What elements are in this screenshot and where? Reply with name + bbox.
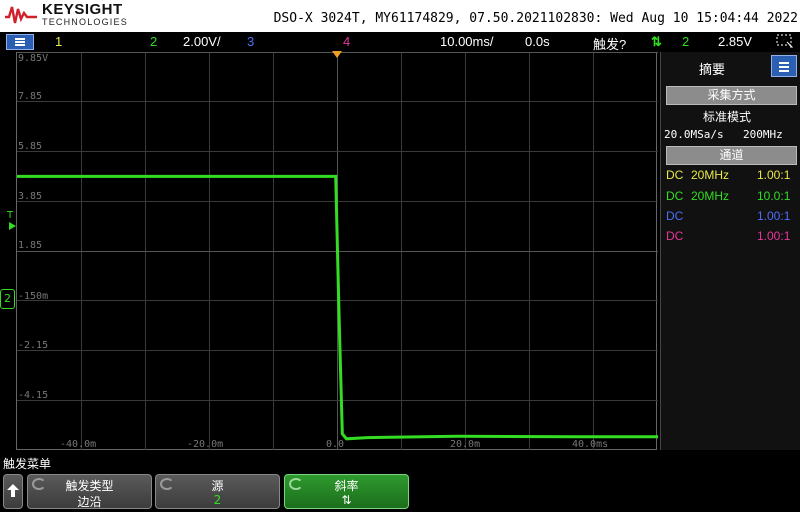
trigger-level-marker[interactable]: T bbox=[7, 210, 13, 221]
status-bar: 1 2 2.00V/ 3 4 10.00ms/ 0.0s 触发? ⇅ 2 2.8… bbox=[0, 32, 800, 52]
source-softkey[interactable]: 源 2 bbox=[155, 474, 280, 509]
channel-2-bw: 20MHz bbox=[691, 189, 730, 203]
y-axis-label: 5.85 bbox=[18, 141, 43, 152]
y-axis-label: -4.15 bbox=[18, 390, 49, 401]
slope-value: ⇅ bbox=[341, 493, 352, 507]
y-axis-label: 9.85V bbox=[18, 53, 49, 64]
channel-3-probe: 1.00:1 bbox=[757, 209, 791, 223]
y-axis-label: -150m bbox=[18, 291, 49, 302]
keysight-logo-icon bbox=[5, 6, 37, 24]
channel-2-line bbox=[17, 174, 658, 441]
channel-2-ground-marker[interactable]: 2 bbox=[0, 289, 15, 309]
menu-button[interactable] bbox=[6, 34, 34, 50]
acquire-mode-button[interactable]: 采集方式 bbox=[666, 86, 797, 105]
trigger-level-arrow-icon bbox=[9, 222, 16, 230]
source-title: 源 bbox=[211, 479, 224, 493]
slope-title: 斜率 bbox=[334, 479, 359, 493]
channel-2-trace bbox=[17, 174, 658, 441]
channel-2-probe: 10.0:1 bbox=[757, 189, 791, 203]
display-mode-icon[interactable] bbox=[775, 33, 795, 49]
y-axis-label: -2.15 bbox=[18, 340, 49, 351]
bandwidth: 200MHz bbox=[743, 128, 783, 141]
trigger-type-softkey[interactable]: 触发类型 边沿 bbox=[27, 474, 152, 509]
trigger-status: 触发? bbox=[593, 37, 627, 52]
acquire-mode-value: 标准模式 bbox=[703, 110, 752, 124]
waveform-display[interactable] bbox=[16, 52, 658, 450]
channel-2-indicator[interactable]: 2 bbox=[150, 34, 157, 49]
back-button[interactable] bbox=[3, 474, 23, 509]
brand-subtitle: TECHNOLOGIES bbox=[42, 17, 128, 27]
title-bar: KEYSIGHT TECHNOLOGIES DSO-X 3024T, MY611… bbox=[0, 0, 800, 32]
summary-title: 摘要 bbox=[699, 62, 726, 77]
channel-2-coupling: DC bbox=[666, 189, 684, 203]
slope-softkey[interactable]: 斜率 ⇅ bbox=[284, 474, 409, 509]
summary-menu-icon[interactable] bbox=[771, 55, 797, 77]
channel-3-indicator[interactable]: 3 bbox=[247, 34, 254, 49]
y-axis-label: 1.85 bbox=[18, 240, 43, 251]
channel-4-coupling: DC bbox=[666, 229, 684, 243]
y-axis-label: 3.85 bbox=[18, 191, 43, 202]
channel-1-bw: 20MHz bbox=[691, 168, 730, 182]
softkey-menu-title: 触发菜单 bbox=[3, 457, 52, 471]
x-axis-label: -40.0m bbox=[60, 439, 97, 450]
x-axis-label: -20.0m bbox=[187, 439, 224, 450]
channel-1-indicator[interactable]: 1 bbox=[55, 34, 62, 49]
up-arrow-icon bbox=[7, 484, 19, 497]
summary-panel: 摘要 采集方式 标准模式 20.0MSa/s 200MHz 通道 DC 20MH… bbox=[660, 52, 800, 450]
channel-1-probe: 1.00:1 bbox=[757, 168, 791, 182]
trigger-type-value: 边沿 bbox=[77, 495, 102, 509]
channel-button[interactable]: 通道 bbox=[666, 146, 797, 165]
timebase-scale[interactable]: 10.00ms/ bbox=[440, 34, 493, 49]
brand-name: KEYSIGHT bbox=[42, 1, 123, 18]
x-axis-label: 0.0 bbox=[326, 439, 345, 450]
trigger-level[interactable]: 2.85V bbox=[718, 34, 752, 49]
channel-2-scale[interactable]: 2.00V/ bbox=[183, 34, 221, 49]
time-delay[interactable]: 0.0s bbox=[525, 34, 550, 49]
x-axis-label: 40.0ms bbox=[572, 439, 609, 450]
channel-4-probe: 1.00:1 bbox=[757, 229, 791, 243]
instrument-info: DSO-X 3024T, MY61174829, 07.50.202110283… bbox=[273, 11, 798, 26]
trigger-position-marker-icon[interactable] bbox=[332, 51, 342, 59]
y-axis-label: 7.85 bbox=[18, 91, 43, 102]
channel-3-coupling: DC bbox=[666, 209, 684, 223]
channel-1-coupling: DC bbox=[666, 168, 684, 182]
channel-4-indicator[interactable]: 4 bbox=[343, 34, 350, 49]
trigger-source[interactable]: 2 bbox=[682, 34, 689, 49]
sample-rate: 20.0MSa/s bbox=[664, 128, 724, 141]
trigger-type-title: 触发类型 bbox=[65, 479, 114, 493]
source-value: 2 bbox=[213, 493, 222, 507]
x-axis-label: 20.0m bbox=[450, 439, 481, 450]
trigger-slope-icon: ⇅ bbox=[651, 34, 662, 49]
